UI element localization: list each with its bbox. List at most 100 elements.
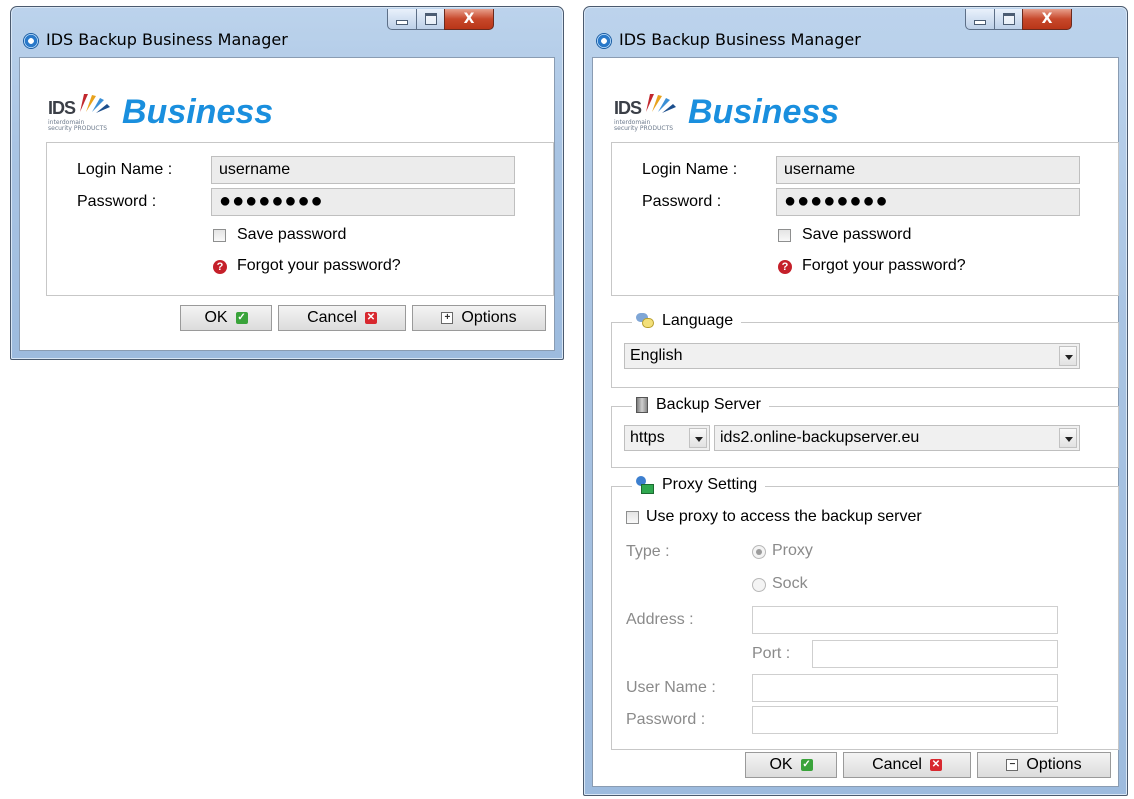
proxy-group-title: Proxy Setting: [632, 476, 766, 494]
logo-brand: Business: [688, 93, 840, 131]
language-selected: English: [630, 347, 683, 364]
server-host-select[interactable]: ids2.online-backupserver.eu: [714, 425, 1080, 451]
login-name-label: Login Name :: [642, 161, 738, 178]
proxy-type-radio-sock[interactable]: [752, 578, 766, 592]
login-panel: Login Name : username Password : ●●●●●●●…: [611, 142, 1119, 296]
login-name-field[interactable]: username: [211, 156, 515, 184]
cancel-button[interactable]: Cancel ✕: [843, 752, 971, 778]
proxy-password-field[interactable]: [752, 706, 1058, 734]
server-icon: [636, 397, 648, 413]
cancel-label: Cancel: [307, 309, 357, 326]
minimize-button[interactable]: [965, 9, 995, 30]
help-icon: ?: [778, 260, 792, 274]
minimize-icon: [974, 19, 986, 25]
chevron-down-icon[interactable]: [1059, 428, 1077, 448]
cancel-icon: ✕: [364, 312, 377, 324]
backup-server-group-title: Backup Server: [632, 396, 769, 414]
proxy-setting-group: Proxy Setting Use proxy to access the ba…: [611, 476, 1119, 750]
forgot-password-link[interactable]: Forgot your password?: [802, 257, 966, 275]
password-field[interactable]: ●●●●●●●●: [211, 188, 515, 216]
title-bar[interactable]: IDS Backup Business Manager X: [584, 7, 1127, 57]
options-label: Options: [461, 309, 517, 326]
proxy-type-label: Type :: [626, 543, 670, 560]
maximize-button[interactable]: [994, 9, 1023, 30]
save-password-label[interactable]: Save password: [802, 226, 911, 244]
logo: IDS interdomain security PRODUCTS Busine…: [48, 92, 308, 132]
close-button[interactable]: X: [444, 9, 494, 30]
proxy-username-field[interactable]: [752, 674, 1058, 702]
chevron-down-icon[interactable]: [1059, 346, 1077, 366]
proxy-type-radio-proxy[interactable]: [752, 545, 766, 559]
cancel-button[interactable]: Cancel ✕: [278, 305, 406, 331]
ok-label: OK: [204, 309, 228, 326]
language-group: Language English: [611, 312, 1119, 388]
options-button[interactable]: + Options: [412, 305, 546, 331]
options-label: Options: [1026, 756, 1082, 773]
window-client: IDS interdomain security PRODUCTS Busine…: [592, 57, 1119, 787]
help-icon: ?: [213, 260, 227, 274]
login-panel: Login Name : username Password : ●●●●●●●…: [46, 142, 554, 296]
logo-rays-icon: [80, 94, 110, 113]
expand-icon: +: [441, 312, 454, 324]
cancel-label: Cancel: [872, 756, 922, 773]
password-label: Password :: [77, 193, 157, 210]
save-password-checkbox[interactable]: [778, 229, 791, 242]
proxy-port-label: Port :: [752, 645, 791, 662]
logo: IDS interdomain security PRODUCTS Busine…: [614, 92, 874, 132]
proxy-port-field[interactable]: [812, 640, 1058, 668]
protocol-selected: https: [630, 429, 665, 446]
options-button[interactable]: − Options: [977, 752, 1111, 778]
check-icon: ✓: [235, 312, 248, 324]
forgot-password-link[interactable]: Forgot your password?: [237, 257, 401, 275]
password-field[interactable]: ●●●●●●●●: [776, 188, 1080, 216]
login-name-label: Login Name :: [77, 161, 173, 178]
proxy-title: Proxy Setting: [662, 476, 758, 493]
login-name-field[interactable]: username: [776, 156, 1080, 184]
logo-tagline: interdomain security PRODUCTS: [614, 119, 674, 132]
logo-brand: Business: [122, 93, 274, 131]
maximize-icon: [1002, 13, 1015, 25]
ok-label: OK: [769, 756, 793, 773]
ok-button[interactable]: OK ✓: [180, 305, 272, 331]
proxy-password-label: Password :: [626, 711, 706, 728]
password-label: Password :: [642, 193, 722, 210]
proxy-address-field[interactable]: [752, 606, 1058, 634]
proxy-type-proxy-label[interactable]: Proxy: [772, 542, 813, 560]
ok-button[interactable]: OK ✓: [745, 752, 837, 778]
close-button[interactable]: X: [1022, 9, 1072, 30]
title-bar[interactable]: IDS Backup Business Manager X: [11, 7, 563, 57]
logo-tagline: interdomain security PRODUCTS: [48, 119, 108, 132]
proxy-type-sock-label[interactable]: Sock: [772, 575, 808, 593]
use-proxy-label[interactable]: Use proxy to access the backup server: [646, 508, 922, 526]
close-icon: X: [1041, 11, 1053, 27]
collapse-icon: −: [1006, 759, 1019, 771]
save-password-checkbox[interactable]: [213, 229, 226, 242]
app-icon: [23, 33, 39, 49]
maximize-button[interactable]: [416, 9, 445, 30]
save-password-label[interactable]: Save password: [237, 226, 346, 244]
window-title: IDS Backup Business Manager: [619, 30, 861, 49]
app-icon: [596, 33, 612, 49]
backup-server-title: Backup Server: [656, 396, 761, 413]
logo-ids-text: IDS: [614, 98, 642, 118]
use-proxy-checkbox[interactable]: [626, 511, 639, 524]
language-title: Language: [662, 312, 734, 329]
maximize-icon: [424, 13, 437, 25]
logo-rays-icon: [646, 94, 676, 113]
proxy-icon: [636, 476, 654, 494]
language-select[interactable]: English: [624, 343, 1080, 369]
minimize-icon: [396, 19, 408, 25]
window-client: IDS interdomain security PRODUCTS Busine…: [19, 57, 555, 351]
chevron-down-icon[interactable]: [689, 428, 707, 448]
cancel-icon: ✕: [929, 759, 942, 771]
language-icon: [636, 313, 654, 329]
logo-ids-text: IDS: [48, 98, 76, 118]
login-window-collapsed: IDS Backup Business Manager X IDS interd…: [10, 6, 564, 360]
close-icon: X: [463, 11, 475, 27]
proxy-address-label: Address :: [626, 611, 694, 628]
minimize-button[interactable]: [387, 9, 417, 30]
proxy-username-label: User Name :: [626, 679, 716, 696]
protocol-select[interactable]: https: [624, 425, 710, 451]
check-icon: ✓: [800, 759, 813, 771]
backup-server-group: Backup Server https ids2.online-backupse…: [611, 396, 1119, 468]
